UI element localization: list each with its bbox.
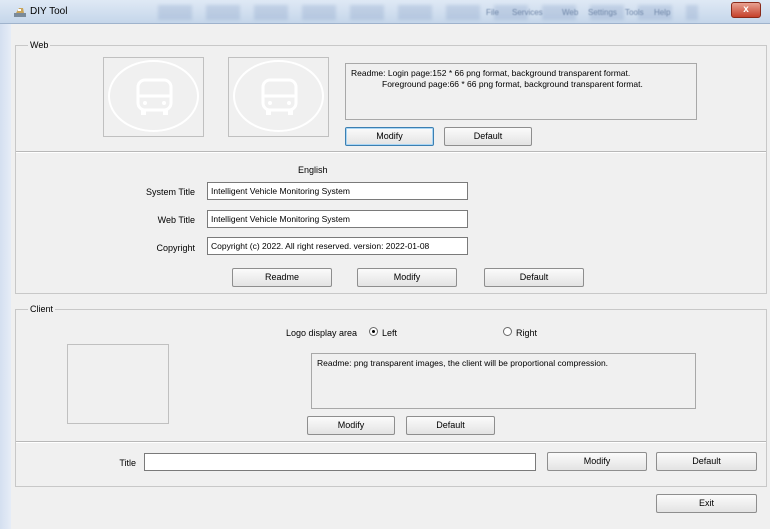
title-bar: DIY Tool File Services Web Settings Tool… bbox=[0, 0, 770, 24]
web-group-label: Web bbox=[28, 40, 51, 50]
web-divider bbox=[16, 151, 766, 153]
logo-left-radio[interactable] bbox=[369, 327, 378, 336]
client-readme-box: Readme: png transparent images, the clie… bbox=[311, 353, 696, 409]
logo-right-label: Right bbox=[516, 328, 538, 338]
client-logo-preview bbox=[67, 344, 169, 424]
web-image-default-button[interactable]: Default bbox=[444, 127, 532, 146]
blurred-menu-item: Services bbox=[512, 8, 543, 17]
copyright-input[interactable]: Copyright (c) 2022. All right reserved. … bbox=[207, 237, 468, 255]
logo-left-label: Left bbox=[382, 328, 398, 338]
close-button[interactable]: x bbox=[731, 2, 761, 18]
bus-logo-icon bbox=[233, 60, 324, 132]
client-title-label: Title bbox=[119, 458, 136, 468]
language-label: English bbox=[298, 165, 328, 175]
web-readme-line-1: Readme: Login page:152 * 66 png format, … bbox=[351, 68, 631, 78]
client-readme-text: Readme: png transparent images, the clie… bbox=[317, 358, 609, 368]
logo-right-radio[interactable] bbox=[503, 327, 512, 336]
system-title-label: System Title bbox=[145, 187, 195, 197]
close-icon: x bbox=[743, 4, 749, 15]
client-title-modify-button[interactable]: Modify bbox=[547, 452, 647, 471]
foreground-logo-preview bbox=[228, 57, 329, 137]
web-title-label: Web Title bbox=[157, 215, 195, 225]
login-logo-preview bbox=[103, 57, 204, 137]
bus-logo-icon bbox=[108, 60, 199, 132]
web-text-modify-button[interactable]: Modify bbox=[357, 268, 457, 287]
client-group-label: Client bbox=[28, 304, 56, 314]
blurred-menu-item: Help bbox=[654, 8, 671, 17]
logo-display-area-label: Logo display area bbox=[286, 328, 358, 338]
web-image-modify-button[interactable]: Modify bbox=[345, 127, 434, 146]
web-title-input[interactable]: Intelligent Vehicle Monitoring System bbox=[207, 210, 468, 228]
blurred-menu-item: Settings bbox=[588, 8, 617, 17]
client-logo-modify-button[interactable]: Modify bbox=[307, 416, 395, 435]
blurred-menu-item: Web bbox=[562, 8, 579, 17]
copyright-label: Copyright bbox=[156, 243, 195, 253]
window-title: DIY Tool bbox=[30, 6, 68, 17]
client-divider bbox=[16, 441, 766, 443]
client-logo-default-button[interactable]: Default bbox=[406, 416, 495, 435]
exit-button[interactable]: Exit bbox=[656, 494, 757, 513]
client-title-default-button[interactable]: Default bbox=[656, 452, 757, 471]
web-readme-box: Readme: Login page:152 * 66 png format, … bbox=[345, 63, 697, 120]
web-readme-line-2: Foreground page:66 * 66 png format, back… bbox=[382, 79, 643, 89]
bus-icon bbox=[136, 78, 173, 115]
blurred-menu-item: Tools bbox=[625, 8, 644, 17]
blurred-menu-item: File bbox=[486, 8, 499, 17]
blurred-background-region bbox=[158, 5, 698, 20]
readme-button[interactable]: Readme bbox=[232, 268, 332, 287]
system-title-input[interactable]: Intelligent Vehicle Monitoring System bbox=[207, 182, 468, 200]
window-frame-left bbox=[0, 24, 11, 529]
web-text-default-button[interactable]: Default bbox=[484, 268, 584, 287]
bus-icon bbox=[261, 78, 298, 115]
client-title-input[interactable] bbox=[144, 453, 536, 471]
app-icon bbox=[14, 8, 26, 17]
